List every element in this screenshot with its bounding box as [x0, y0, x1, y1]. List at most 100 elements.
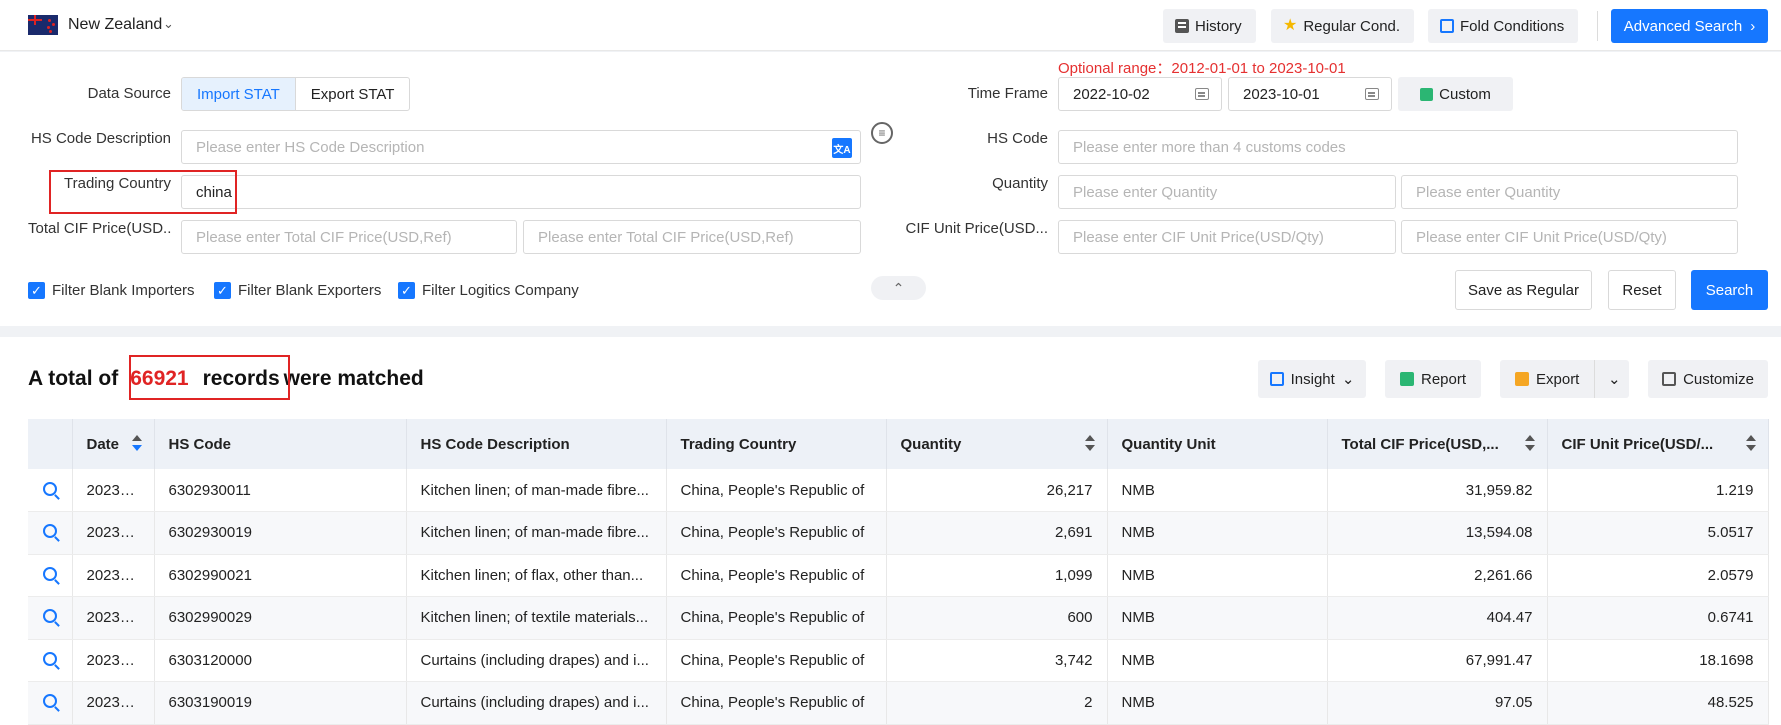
new-zealand-flag-icon [28, 15, 58, 35]
column-header-quantity[interactable]: Quantity [886, 419, 1108, 469]
unit-cif-cell: 18.1698 [1547, 639, 1769, 682]
data-source-toggle: Import STAT Export STAT [181, 77, 411, 111]
total-cif-min-input[interactable]: Please enter Total CIF Price(USD,Ref) [181, 220, 517, 254]
quantity-unit-cell: NMB [1107, 681, 1328, 725]
filter-logistics-checkbox[interactable]: ✓ Filter Logitics Company [398, 282, 579, 299]
quantity-cell: 2,691 [886, 511, 1108, 555]
trading-country-cell: China, People's Republic of [666, 554, 887, 597]
search-icon[interactable] [42, 481, 57, 496]
date-cell: 2023-10-01 [72, 639, 155, 682]
unit-cif-max-input[interactable]: Please enter CIF Unit Price(USD/Qty) [1401, 220, 1738, 254]
search-icon[interactable] [42, 694, 57, 709]
import-stat-tab[interactable]: Import STAT [182, 78, 296, 110]
time-frame-label: Time Frame [967, 85, 1048, 102]
checkbox-checked-icon: ✓ [214, 282, 231, 299]
optional-range-note: Optional range：2012-01-01 to 2023-10-01 [1058, 60, 1346, 77]
translate-icon[interactable]: 文A [832, 138, 852, 158]
chevron-down-icon[interactable]: ⌄ [163, 16, 174, 32]
date-from-input[interactable]: 2022-10-02 [1058, 77, 1222, 111]
country-selector[interactable]: New Zealand [68, 16, 162, 34]
column-header-hs-description: HS Code Description [406, 419, 667, 469]
filter-blank-importers-checkbox[interactable]: ✓ Filter Blank Importers [28, 282, 195, 299]
history-button[interactable]: History [1163, 9, 1256, 43]
column-header-hs-code: HS Code [154, 419, 407, 469]
trading-country-input[interactable]: china [181, 175, 861, 209]
total-cif-max-input[interactable]: Please enter Total CIF Price(USD,Ref) [523, 220, 861, 254]
total-cif-cell: 67,991.47 [1327, 639, 1548, 682]
unit-cif-cell: 2.0579 [1547, 554, 1769, 597]
export-button[interactable]: Export ⌄ [1500, 360, 1629, 398]
column-header-total-cif[interactable]: Total CIF Price(USD,... [1327, 419, 1548, 469]
search-icon[interactable] [42, 566, 57, 581]
advanced-search-button[interactable]: Advanced Search › [1611, 9, 1768, 43]
checkbox-checked-icon: ✓ [28, 282, 45, 299]
highlight-box [129, 355, 290, 400]
quantity-cell: 600 [886, 596, 1108, 640]
unit-cif-cell: 48.525 [1547, 681, 1769, 725]
collapse-chevron-up-icon[interactable]: ⌃ [871, 276, 926, 300]
search-icon[interactable] [42, 651, 57, 666]
hs-description-cell: Kitchen linen; of man-made fibre... [406, 469, 667, 512]
row-search-cell[interactable] [28, 554, 73, 597]
column-header-unit-cif[interactable]: CIF Unit Price(USD/... [1547, 419, 1769, 469]
filter-blank-exporters-checkbox[interactable]: ✓ Filter Blank Exporters [214, 282, 381, 299]
regular-conditions-button[interactable]: ★ Regular Cond. [1271, 9, 1415, 43]
column-header-date[interactable]: Date [72, 419, 155, 469]
report-button[interactable]: Report [1385, 360, 1481, 398]
hs-code-cell: 6302930019 [154, 511, 407, 555]
insight-button[interactable]: Insight ⌄ [1258, 360, 1366, 398]
chevron-down-icon[interactable]: ⌄ [1608, 370, 1621, 388]
hs-code-label: HS Code [987, 130, 1048, 147]
quantity-unit-cell: NMB [1107, 511, 1328, 555]
filter-panel: Optional range：2012-01-01 to 2023-10-01 … [0, 52, 1781, 326]
export-stat-tab[interactable]: Export STAT [296, 78, 410, 110]
unit-cif-cell: 1.219 [1547, 469, 1769, 512]
export-icon [1515, 372, 1529, 386]
quantity-cell: 26,217 [886, 469, 1108, 512]
unit-cif-min-input[interactable]: Please enter CIF Unit Price(USD/Qty) [1058, 220, 1396, 254]
results-panel: A total of 66921 records were matched In… [0, 337, 1781, 725]
table-row[interactable]: 2023-10-016303120000Curtains (including … [28, 639, 1769, 682]
hs-desc-input[interactable]: Please enter HS Code Description 文A [181, 130, 861, 164]
row-search-cell[interactable] [28, 681, 73, 725]
highlight-box [49, 170, 237, 214]
quantity-unit-cell: NMB [1107, 554, 1328, 597]
table-header-row: Date HS Code HS Code Description Trading… [28, 419, 1769, 469]
search-icon[interactable] [42, 524, 57, 539]
quantity-max-input[interactable]: Please enter Quantity [1401, 175, 1738, 209]
sort-icon[interactable] [131, 435, 142, 453]
chevron-right-icon: › [1750, 17, 1756, 35]
sort-icon[interactable] [1084, 435, 1095, 453]
quantity-label: Quantity [992, 175, 1048, 192]
save-as-regular-button[interactable]: Save as Regular [1455, 270, 1592, 310]
checkbox-checked-icon: ✓ [398, 282, 415, 299]
row-search-cell[interactable] [28, 596, 73, 640]
sort-icon[interactable] [1524, 435, 1535, 453]
hs-code-input[interactable]: Please enter more than 4 customs codes [1058, 130, 1738, 164]
total-cif-cell: 31,959.82 [1327, 469, 1548, 512]
row-search-cell[interactable] [28, 469, 73, 512]
table-row[interactable]: 2023-10-016302930019Kitchen linen; of ma… [28, 511, 1769, 555]
quantity-cell: 1,099 [886, 554, 1108, 597]
table-row[interactable]: 2023-10-016302930011Kitchen linen; of ma… [28, 469, 1769, 512]
date-to-input[interactable]: 2023-10-01 [1228, 77, 1392, 111]
customize-button[interactable]: Customize [1648, 360, 1768, 398]
history-icon [1175, 19, 1189, 33]
settings-circle-icon[interactable]: ≡ [871, 122, 893, 144]
reset-button[interactable]: Reset [1608, 270, 1676, 310]
table-row[interactable]: 2023-10-016302990021Kitchen linen; of fl… [28, 554, 1769, 597]
row-search-cell[interactable] [28, 639, 73, 682]
sort-icon[interactable] [1745, 435, 1756, 453]
search-icon[interactable] [42, 609, 57, 624]
custom-range-button[interactable]: Custom [1398, 77, 1513, 111]
search-button[interactable]: Search [1691, 270, 1768, 310]
trading-country-cell: China, People's Republic of [666, 511, 887, 555]
quantity-min-input[interactable]: Please enter Quantity [1058, 175, 1396, 209]
quantity-unit-cell: NMB [1107, 639, 1328, 682]
row-search-cell[interactable] [28, 511, 73, 555]
quantity-unit-cell: NMB [1107, 596, 1328, 640]
fold-conditions-button[interactable]: Fold Conditions [1428, 9, 1579, 43]
table-row[interactable]: 2023-10-016302990029Kitchen linen; of te… [28, 596, 1769, 640]
table-row[interactable]: 2023-10-016303190019Curtains (including … [28, 681, 1769, 725]
calendar-icon [1195, 88, 1209, 100]
